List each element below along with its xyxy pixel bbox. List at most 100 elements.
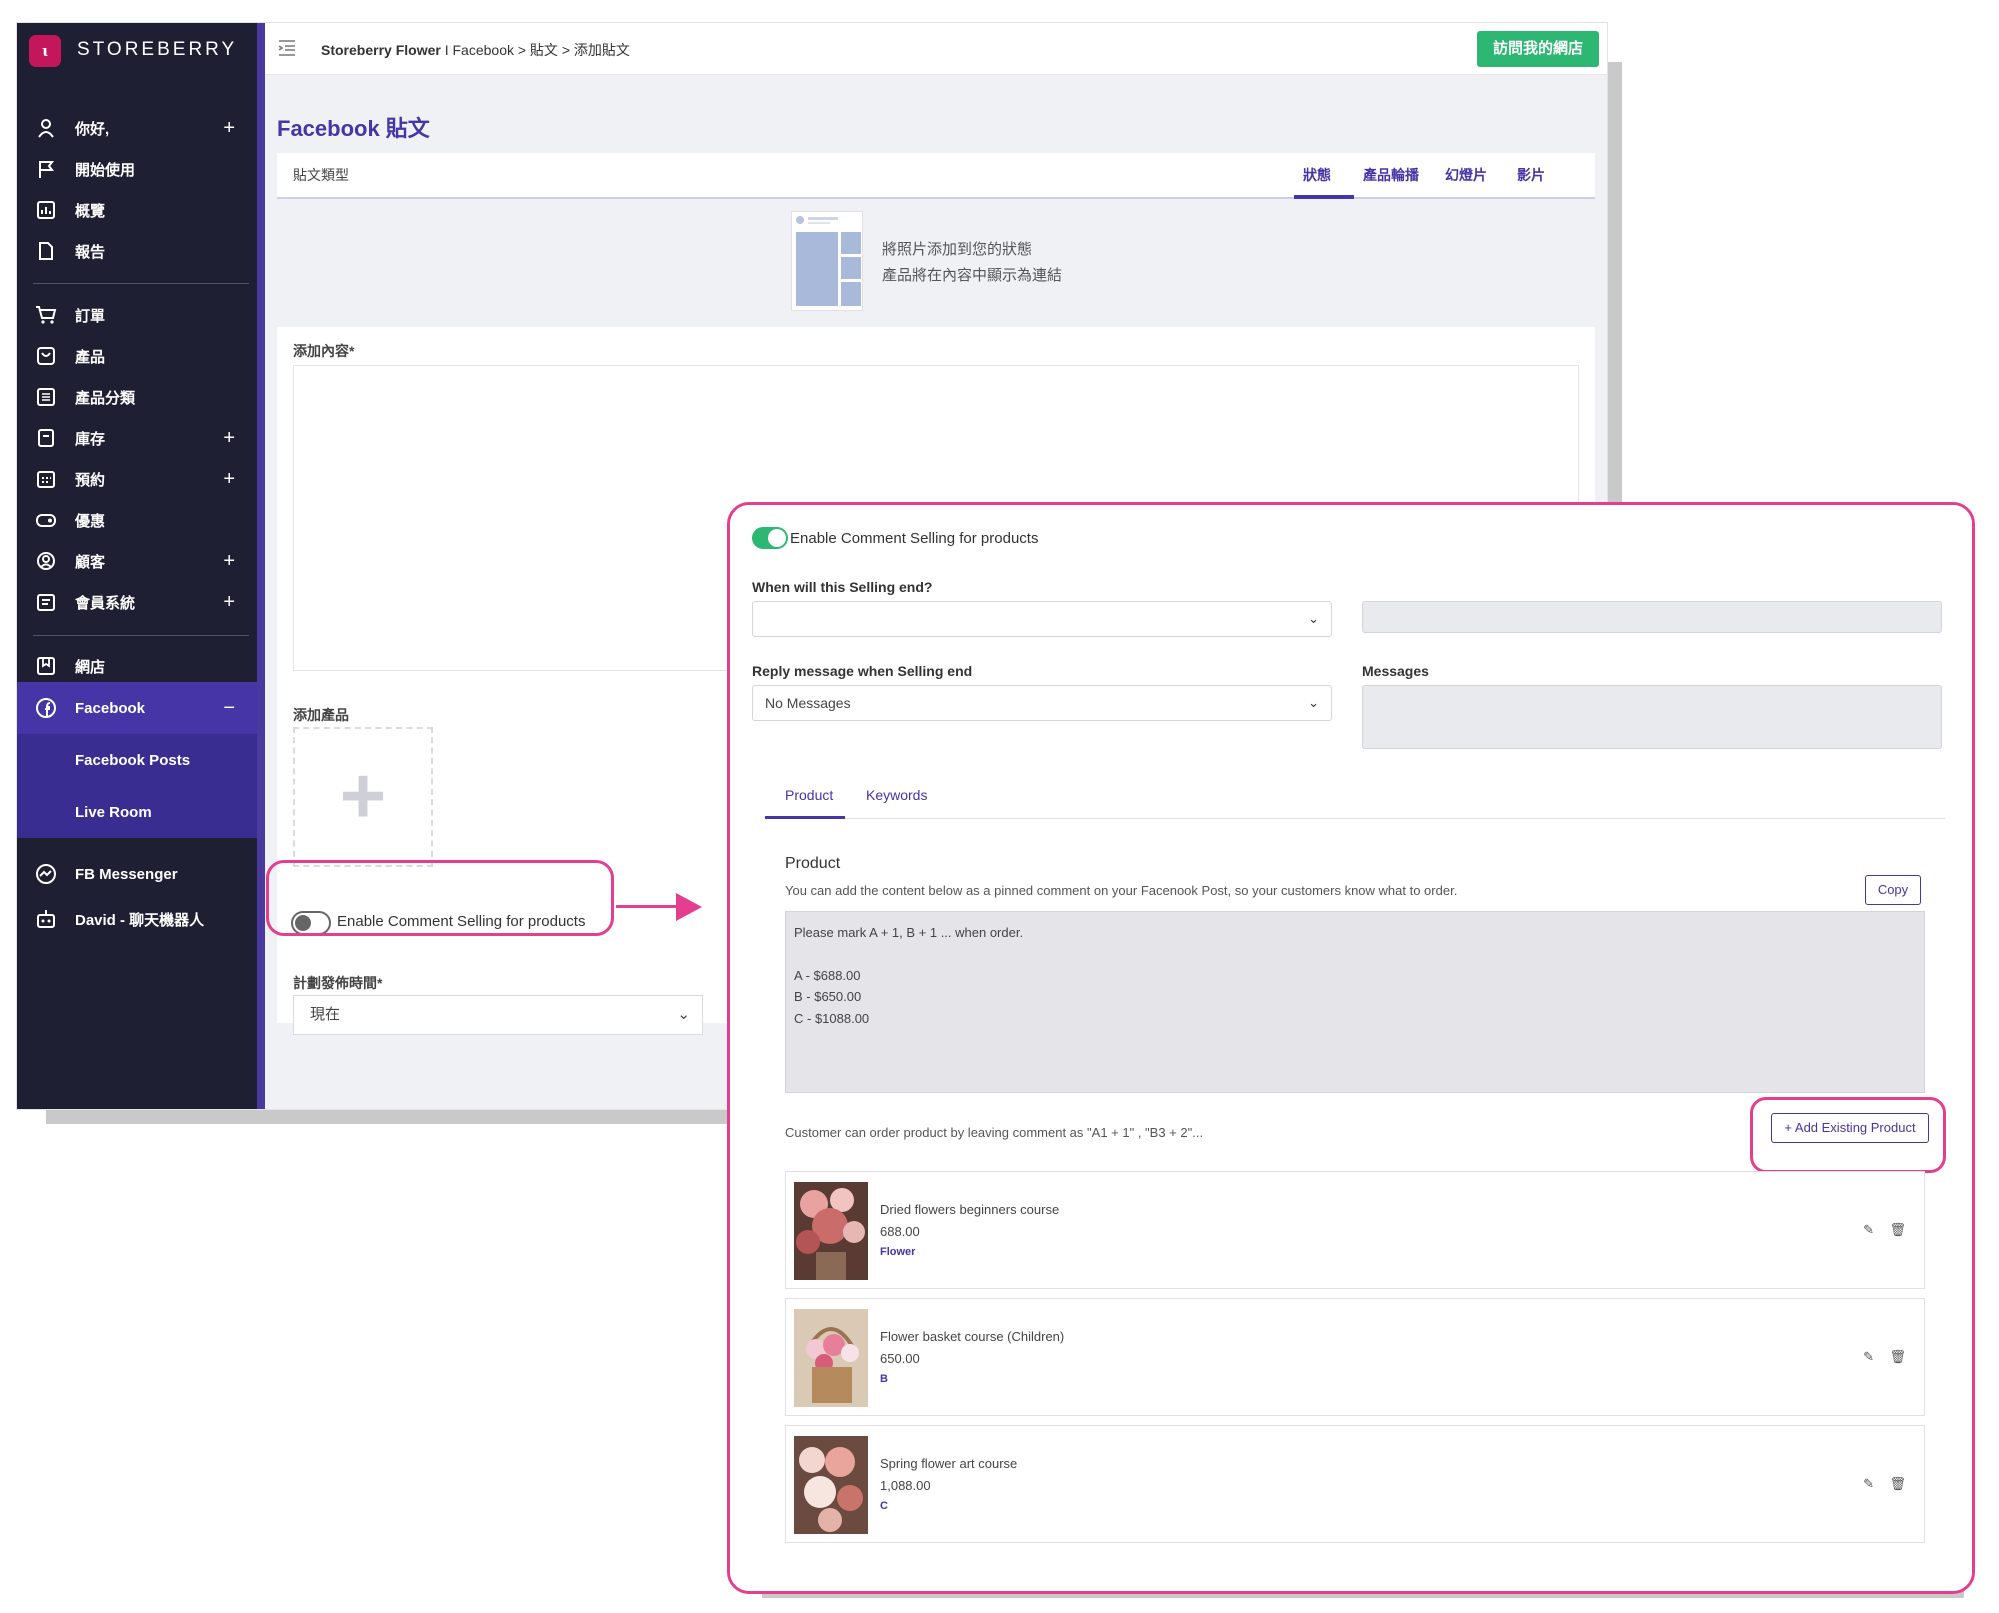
sidebar-item-label: 概覽 [75,202,106,220]
schedule-label: 計劃發佈時間* [293,975,383,991]
messages-label: Messages [1362,663,1429,679]
reply-message-value: No Messages [765,695,851,711]
tab-video[interactable]: 影片 [1517,165,1545,185]
sidebar-item-membership[interactable]: 會員系統 + [17,576,257,628]
comment-selling-toggle-on[interactable] [752,527,788,549]
product-row[interactable]: Dried flowers beginners course 688.00 Fl… [785,1171,1925,1289]
comment-selling-panel: Enable Comment Selling for products When… [727,502,1975,1594]
sidebar-item-label: 優惠 [75,512,106,530]
list-icon [33,384,59,410]
store-icon [33,653,59,679]
pencil-icon[interactable]: ✎ [1863,1349,1874,1365]
pencil-icon[interactable]: ✎ [1863,1476,1874,1492]
product-code: B [880,1373,888,1385]
tab-slideshow[interactable]: 幻燈片 [1445,165,1487,185]
product-row[interactable]: Spring flower art course 1,088.00 C ✎ 🗑 [785,1425,1925,1543]
selling-end-select[interactable]: ⌄ [752,601,1332,637]
active-tab-indicator [765,816,845,819]
reply-message-select[interactable]: No Messages ⌄ [752,685,1332,721]
expand-icon[interactable]: + [223,468,235,491]
sidebar-item-label: Facebook [75,699,146,717]
plus-icon: + [339,751,387,840]
top-bar: Storeberry Flower I Facebook > 貼文 > 添加貼文… [265,23,1607,75]
product-name: Spring flower art course [880,1456,1018,1471]
messages-textarea[interactable] [1362,685,1942,749]
expand-icon[interactable]: + [223,117,235,140]
product-row[interactable]: Flower basket course (Children) 650.00 B… [785,1298,1925,1416]
copy-button[interactable]: Copy [1865,875,1921,905]
selling-end-label: When will this Selling end? [752,579,933,595]
menu-toggle-icon[interactable] [277,39,297,62]
robot-icon [33,906,59,932]
breadcrumb-store[interactable]: Storeberry Flower [321,42,441,58]
add-product-button[interactable]: + [293,727,433,867]
bag-icon [33,343,59,369]
status-preview: 將照片添加到您的狀態 產品將在內容中顯示為連結 [277,199,1595,327]
sidebar-item-facebook[interactable]: Facebook − [17,682,257,734]
sidebar-item-live-room[interactable]: Live Room [17,786,257,838]
comment-selling-toggle-label: Enable Comment Selling for products [790,530,1039,547]
collapse-icon[interactable]: − [223,697,235,720]
product-code: C [880,1500,888,1512]
post-type-label: 貼文類型 [293,167,349,183]
customer-icon [33,548,59,574]
sidebar: ꙇ STOREBERRY 你好, + 開始使用 概覽 報告 訂單 產品 產品分類… [17,23,257,1109]
product-image [794,1182,868,1280]
sidebar-item-label: 你好, [75,120,110,138]
trash-icon[interactable]: 🗑 [1889,1476,1906,1492]
schedule-select[interactable]: 現在 ⌄ [293,995,703,1035]
preview-hint-line: 將照片添加到您的狀態 [882,241,1033,258]
callout-arrow [616,905,678,908]
sidebar-item-label: 網店 [75,658,106,676]
tab-keywords[interactable]: Keywords [866,787,927,803]
tab-divider [765,818,1945,819]
preview-hint: 將照片添加到您的狀態 產品將在內容中顯示為連結 [882,237,1062,289]
sidebar-item-label: David - 聊天機器人 [75,911,205,929]
sidebar-divider [33,283,249,284]
product-heading: Product [785,855,841,872]
page-title: Facebook 貼文 [277,116,430,141]
pinned-comment-textarea[interactable]: Please mark A + 1, B + 1 ... when order.… [785,911,1925,1093]
sidebar-item-label: 產品分類 [75,389,136,407]
product-description: You can add the content below as a pinne… [785,883,1458,898]
sidebar-item-label: 庫存 [75,430,106,448]
expand-icon[interactable]: + [223,550,235,573]
tab-status[interactable]: 狀態 [1303,165,1331,185]
sidebar-divider [33,635,249,636]
product-image [794,1309,868,1407]
sidebar-item-label: 開始使用 [75,161,136,179]
coupon-icon [33,507,59,533]
tab-product[interactable]: Product [785,787,833,803]
expand-icon[interactable]: + [223,427,235,450]
pinned-comment-blank-line [794,944,1916,965]
sidebar-edge [257,23,265,1109]
chevron-down-icon: ⌄ [677,1006,690,1023]
trash-icon[interactable]: 🗑 [1889,1222,1906,1238]
sidebar-item-label: Live Room [75,803,152,821]
product-name: Dried flowers beginners course [880,1202,1060,1217]
storeberry-logo[interactable]: ꙇ [29,35,61,67]
sidebar-item-label: 訂單 [75,307,106,325]
product-code: Flower [880,1246,916,1258]
schedule-value: 現在 [310,1006,341,1023]
product-image [794,1436,868,1534]
comment-selling-settings: Enable Comment Selling for products When… [730,505,1972,1591]
expand-icon[interactable]: + [223,591,235,614]
pinned-comment-line: C - $1088.00 [794,1010,870,1026]
breadcrumb-path[interactable]: I Facebook > 貼文 > 添加貼文 [441,42,630,58]
chevron-down-icon: ⌄ [1308,611,1319,626]
sidebar-item-facebook-posts[interactable]: Facebook Posts [17,734,257,786]
product-name: Flower basket course (Children) [880,1329,1065,1344]
pinned-comment-line: A - $688.00 [794,967,861,983]
sidebar-item-label: 預約 [75,471,106,489]
add-product-label: 添加產品 [293,707,349,723]
sidebar-item-reports[interactable]: 報告 [17,225,257,277]
pencil-icon[interactable]: ✎ [1863,1222,1874,1238]
selling-end-time-field[interactable] [1362,601,1942,633]
sidebar-item-label: 會員系統 [75,594,136,612]
sidebar-item-chatbot[interactable]: David - 聊天機器人 [17,893,257,945]
visit-store-button[interactable]: 訪問我的網店 [1476,31,1599,67]
trash-icon[interactable]: 🗑 [1889,1349,1906,1365]
preview-hint-line: 產品將在內容中顯示為連結 [882,267,1063,284]
tab-product-carousel[interactable]: 產品輪播 [1363,165,1419,185]
